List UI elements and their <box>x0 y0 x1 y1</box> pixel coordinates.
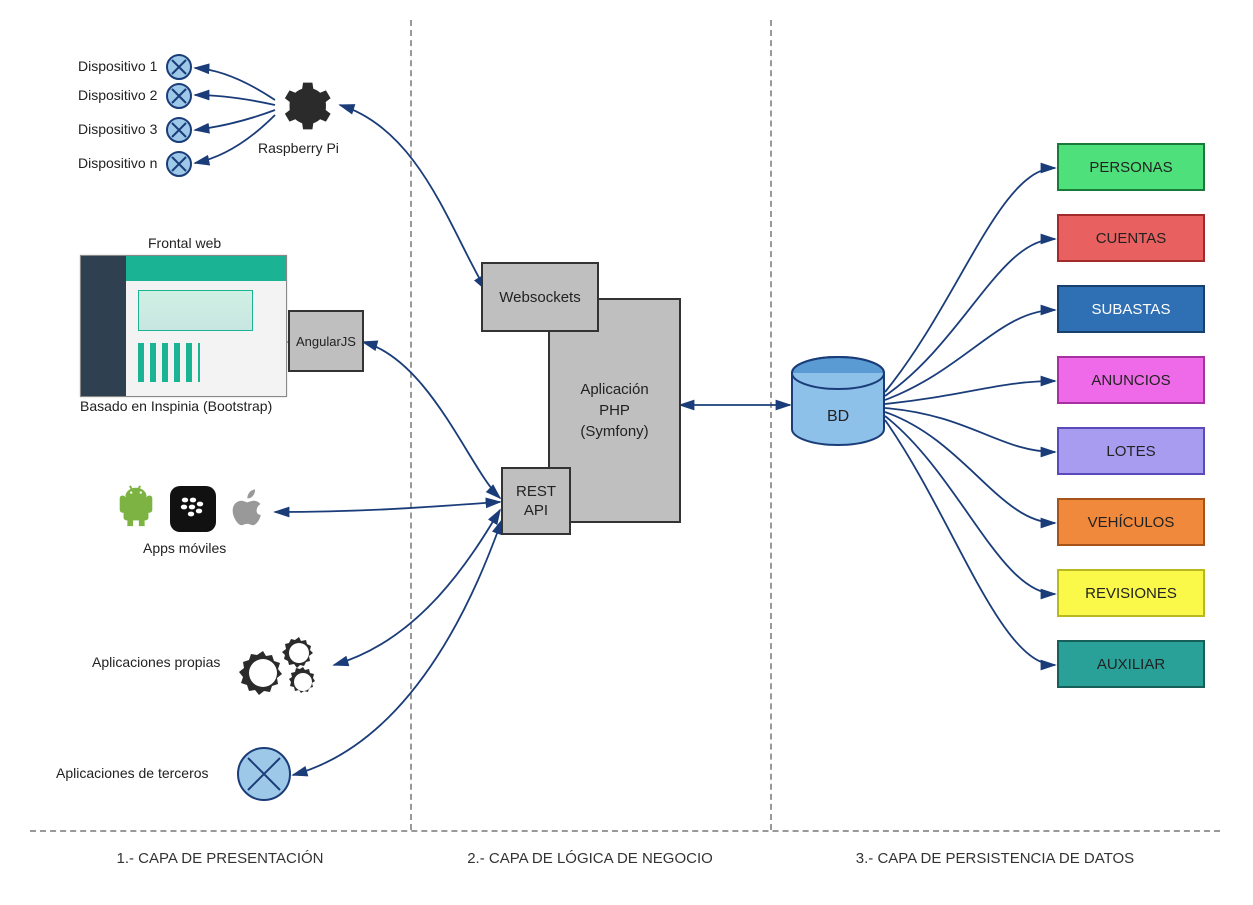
terceros-label: Aplicaciones de terceros <box>56 765 209 781</box>
table-anuncios-label: ANUNCIOS <box>1091 372 1170 389</box>
php-l2: PHP <box>599 400 630 421</box>
table-lotes: LOTES <box>1057 427 1205 475</box>
dashboard-screenshot <box>80 255 287 397</box>
device-1-label: Dispositivo 1 <box>78 58 157 74</box>
table-lotes-label: LOTES <box>1106 443 1155 460</box>
gears-icon <box>233 625 333 705</box>
gear-icon <box>276 78 332 134</box>
table-personas-label: PERSONAS <box>1089 159 1172 176</box>
table-subastas: SUBASTAS <box>1057 285 1205 333</box>
table-revisiones: REVISIONES <box>1057 569 1205 617</box>
device-2-label: Dispositivo 2 <box>78 87 157 103</box>
android-icon <box>113 480 159 532</box>
layer-label-persistence: 3.- CAPA DE PERSISTENCIA DE DATOS <box>770 850 1220 867</box>
database-icon <box>788 355 888 455</box>
rest-l2: API <box>524 501 548 521</box>
table-personas: PERSONAS <box>1057 143 1205 191</box>
x-circle-icon <box>165 82 193 110</box>
inspinia-label: Basado en Inspinia (Bootstrap) <box>80 398 272 414</box>
table-cuentas: CUENTAS <box>1057 214 1205 262</box>
php-l3: (Symfony) <box>580 421 648 442</box>
divider-bottom <box>30 830 1220 832</box>
device-n-label: Dispositivo n <box>78 155 157 171</box>
table-vehiculos-label: VEHÍCULOS <box>1088 514 1175 531</box>
diagram: 1.- CAPA DE PRESENTACIÓN 2.- CAPA DE LÓG… <box>0 0 1253 905</box>
angularjs-label: AngularJS <box>296 334 356 349</box>
frontal-web-label: Frontal web <box>148 235 221 251</box>
table-auxiliar: AUXILIAR <box>1057 640 1205 688</box>
layer-label-logic: 2.- CAPA DE LÓGICA DE NEGOCIO <box>410 850 770 867</box>
websockets-box: Websockets <box>481 262 599 332</box>
table-anuncios: ANUNCIOS <box>1057 356 1205 404</box>
x-circle-icon <box>165 150 193 178</box>
divider-1 <box>410 20 412 830</box>
divider-2 <box>770 20 772 830</box>
x-circle-icon <box>235 745 293 803</box>
propias-label: Aplicaciones propias <box>92 654 220 670</box>
apps-moviles-label: Apps móviles <box>143 540 226 556</box>
table-cuentas-label: CUENTAS <box>1096 230 1167 247</box>
table-subastas-label: SUBASTAS <box>1092 301 1171 318</box>
table-revisiones-label: REVISIONES <box>1085 585 1177 602</box>
table-vehiculos: VEHÍCULOS <box>1057 498 1205 546</box>
db-label: BD <box>827 408 849 426</box>
table-auxiliar-label: AUXILIAR <box>1097 656 1165 673</box>
rest-l1: REST <box>516 482 556 502</box>
websockets-label: Websockets <box>499 289 580 306</box>
rest-api-box: REST API <box>501 467 571 535</box>
x-circle-icon <box>165 116 193 144</box>
php-l1: Aplicación <box>580 379 648 400</box>
raspberry-label: Raspberry Pi <box>258 140 339 156</box>
angularjs-box: AngularJS <box>288 310 364 372</box>
blackberry-icon <box>170 486 216 532</box>
x-circle-icon <box>165 53 193 81</box>
device-3-label: Dispositivo 3 <box>78 121 157 137</box>
apple-icon <box>225 482 271 534</box>
layer-label-presentation: 1.- CAPA DE PRESENTACIÓN <box>30 850 410 867</box>
